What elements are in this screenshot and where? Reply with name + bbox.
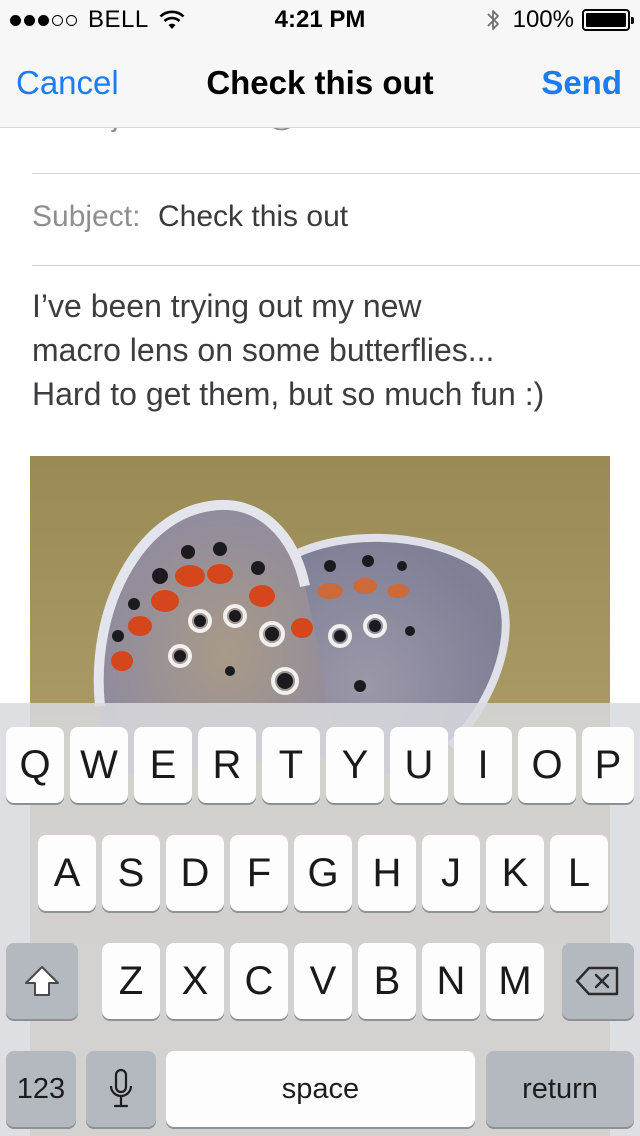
key-r[interactable]: R xyxy=(198,727,256,803)
key-c[interactable]: C xyxy=(230,943,288,1019)
shift-icon xyxy=(25,966,59,996)
key-l[interactable]: L xyxy=(550,835,608,911)
message-body[interactable]: I’ve been trying out my new macro lens o… xyxy=(32,284,622,416)
key-u[interactable]: U xyxy=(390,727,448,803)
subject-field[interactable]: Subject: Check this out xyxy=(32,174,640,266)
delete-key[interactable] xyxy=(562,943,634,1019)
keyboard-row: Q W E R T Y U I O P xyxy=(0,727,640,805)
delete-icon xyxy=(575,966,619,996)
key-n[interactable]: N xyxy=(422,943,480,1019)
numbers-key[interactable]: 123 xyxy=(6,1051,76,1127)
battery-fill xyxy=(586,13,626,27)
battery-percent: 100% xyxy=(512,6,574,33)
key-p[interactable]: P xyxy=(582,727,634,803)
key-t[interactable]: T xyxy=(262,727,320,803)
key-x[interactable]: X xyxy=(166,943,224,1019)
key-o[interactable]: O xyxy=(518,727,576,803)
message-line: Hard to get them, but so much fun :) xyxy=(32,376,545,412)
key-a[interactable]: A xyxy=(38,835,96,911)
bluetooth-icon xyxy=(486,10,499,30)
subject-value[interactable]: Check this out xyxy=(158,200,348,234)
key-s[interactable]: S xyxy=(102,835,160,911)
cancel-button[interactable]: Cancel xyxy=(16,64,119,102)
key-e[interactable]: E xyxy=(134,727,192,803)
keyboard: Q W E R T Y U I O P A S D F G H J K L Z … xyxy=(0,703,640,1136)
status-bar: BELL 4:21 PM 100% xyxy=(0,0,640,40)
nav-bar: Cancel Check this out Send xyxy=(0,40,640,128)
dictation-key[interactable] xyxy=(86,1051,156,1127)
key-h[interactable]: H xyxy=(358,835,416,911)
return-key[interactable]: return xyxy=(486,1051,634,1127)
key-f[interactable]: F xyxy=(230,835,288,911)
subject-label: Subject: xyxy=(32,200,141,233)
key-g[interactable]: G xyxy=(294,835,352,911)
keyboard-row: A S D F G H J K L xyxy=(0,835,640,913)
key-z[interactable]: Z xyxy=(102,943,160,1019)
key-q[interactable]: Q xyxy=(6,727,64,803)
key-d[interactable]: D xyxy=(166,835,224,911)
message-line: macro lens on some butterflies... xyxy=(32,332,495,368)
status-right: 100% xyxy=(485,6,634,33)
keyboard-row: 123 space return xyxy=(0,1051,640,1129)
key-i[interactable]: I xyxy=(454,727,512,803)
key-m[interactable]: M xyxy=(486,943,544,1019)
key-v[interactable]: V xyxy=(294,943,352,1019)
shift-key[interactable] xyxy=(6,943,78,1019)
send-button[interactable]: Send xyxy=(541,64,622,102)
message-line: I’ve been trying out my new xyxy=(32,288,422,324)
key-y[interactable]: Y xyxy=(326,727,384,803)
keyboard-row: Z X C V B N M xyxy=(0,943,640,1021)
key-j[interactable]: J xyxy=(422,835,480,911)
key-b[interactable]: B xyxy=(358,943,416,1019)
key-w[interactable]: W xyxy=(70,727,128,803)
battery-icon xyxy=(582,9,634,31)
battery-tip xyxy=(631,17,634,24)
space-key[interactable]: space xyxy=(166,1051,475,1127)
key-k[interactable]: K xyxy=(486,835,544,911)
microphone-icon xyxy=(109,1068,133,1108)
